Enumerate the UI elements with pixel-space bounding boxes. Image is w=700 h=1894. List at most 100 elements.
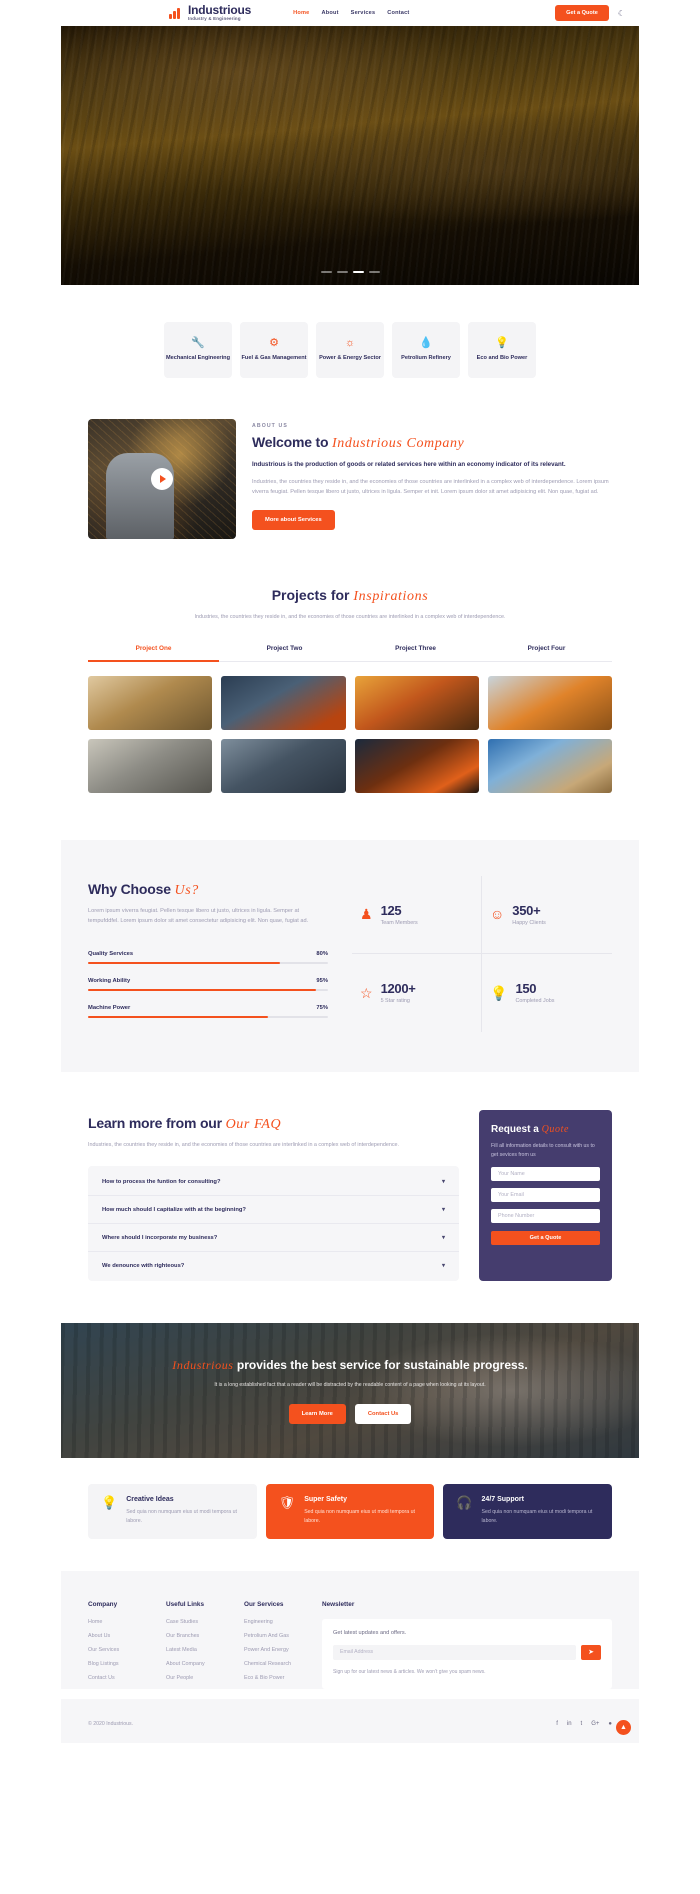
hero-dot-3[interactable] [352,271,364,273]
cta-paragraph: It is a long established fact that a rea… [214,1381,486,1388]
quote-name-input[interactable] [491,1166,600,1181]
tab-project-three[interactable]: Project Three [350,645,481,661]
service-card-power-energy-sector[interactable]: ☼ Power & Energy Sector [316,322,384,378]
tab-project-two[interactable]: Project Two [219,645,350,661]
wrench-icon: 🔧 [191,336,205,349]
footer-link[interactable]: Petrolium And Gas [244,1633,306,1639]
faq-item-2[interactable]: How much should I capitalize with at the… [88,1196,459,1225]
project-thumbnail[interactable] [88,738,213,793]
tab-project-one[interactable]: Project One [88,645,219,662]
footer-link[interactable]: Latest Media [166,1647,228,1653]
bulb-icon: 💡 [490,984,508,1001]
project-thumbnail[interactable] [487,675,612,730]
nav-item-about[interactable]: About [321,10,338,16]
quote-submit-button[interactable]: Get a Quote [491,1230,600,1245]
footer-link[interactable]: Chemical Research [244,1661,306,1667]
footer-link[interactable]: Home [88,1619,150,1625]
hero-slider-dots [61,271,639,273]
nav-item-contact[interactable]: Contact [387,10,409,16]
shield-icon: 🛡 [278,1495,296,1511]
faq-item-1[interactable]: How to process the funtion for consultin… [88,1168,459,1197]
get-a-quote-button[interactable]: Get a Quote [555,5,609,21]
footer-link[interactable]: Our Services [88,1647,150,1653]
brand-logo[interactable]: Industrious Industry & Engineering [169,4,251,21]
footer-link[interactable]: Case Studies [166,1619,228,1625]
project-thumbnail[interactable] [88,675,213,730]
cta-title-plain: provides the best service for sustainabl… [233,1357,528,1372]
footer-link[interactable]: Engineering [244,1619,306,1625]
footer-link[interactable]: Contact Us [88,1675,150,1681]
tab-project-four[interactable]: Project Four [481,645,612,661]
chevron-down-icon: ▾ [441,1179,445,1186]
project-thumbnail[interactable] [487,738,612,793]
play-icon[interactable] [151,468,173,490]
newsletter-email-input[interactable] [333,1644,576,1660]
faq-item-3[interactable]: Where should I incorporate my business? … [88,1224,459,1253]
project-thumbnail[interactable] [221,675,346,730]
faq-section: Learn more from our Our FAQ Industries, … [61,1072,639,1282]
site-header: Industrious Industry & Engineering Home … [61,0,639,26]
service-card-label: Power & Energy Sector [319,354,381,361]
feature-title: 24/7 Support [481,1496,524,1504]
headset-icon: 🎧 [456,1495,473,1511]
send-icon[interactable]: ➤ [581,1644,601,1660]
service-card-fuel-gas-management[interactable]: ⚙ Fuel & Gas Management [240,322,308,378]
moon-icon[interactable]: ☾ [618,9,625,18]
footer-column-title: Useful Links [166,1600,204,1608]
more-about-services-button[interactable]: More about Services [252,510,335,531]
skill-bar-label: Working Ability [88,977,131,984]
twitter-icon[interactable]: t [581,1721,583,1727]
project-thumbnail[interactable] [354,738,479,793]
chevron-down-icon: ▾ [441,1263,445,1270]
skill-bars: Quality Services 80% Working Ability 95%… [88,951,328,1018]
service-card-petrolium-refinery[interactable]: 💧 Petrolium Refinery [392,322,460,378]
skill-bar-label: Machine Power [88,1004,131,1011]
user-icon: ♟ [360,906,373,923]
projects-section: Projects for Inspirations Industries, th… [61,539,639,793]
hero-dot-1[interactable] [320,271,332,273]
footer-link[interactable]: Our Branches [166,1633,228,1639]
footer-link[interactable]: About Us [88,1633,150,1639]
service-card-label: Fuel & Gas Management [241,354,307,361]
stat-5-star-rating: ☆ 1200+ 5 Star rating [352,953,482,1032]
service-card-eco-bio-power[interactable]: 💡 Eco and Bio Power [468,322,536,378]
faq-item-label: Where should I incorporate my business? [102,1234,218,1241]
star-icon: ☆ [360,984,373,1001]
brand-title: Industrious [188,3,252,18]
faq-subtitle: Industries, the countries they reside in… [88,1141,400,1148]
hero-dot-2[interactable] [336,271,348,273]
footer-link[interactable]: About Company [166,1661,228,1667]
footer-link[interactable]: Our People [166,1675,228,1681]
back-to-top-button[interactable]: ▲ [616,1719,631,1735]
stat-label: Team Members [380,919,418,926]
footer-column-company: Company Home About Us Our Services Blog … [88,1601,150,1689]
cta-learn-more-button[interactable]: Learn More [288,1404,346,1425]
brand-tagline: Industry & Engineering [188,16,241,22]
hero-dot-4[interactable] [368,271,380,273]
nav-item-home[interactable]: Home [293,10,309,16]
feature-card-creative-ideas[interactable]: 💡 Creative Ideas Sed quia non numquam ei… [88,1484,257,1539]
footer-link[interactable]: Power And Energy [244,1647,306,1653]
project-thumbnail[interactable] [354,675,479,730]
facebook-icon[interactable]: f [556,1721,558,1727]
faq-title-script: Our FAQ [225,1116,282,1132]
footer-link[interactable]: Blog Listings [88,1661,150,1667]
projects-tabs: Project One Project Two Project Three Pr… [88,645,612,662]
footer-link[interactable]: Eco & Bio Power [244,1675,306,1681]
faq-item-4[interactable]: We denounce with righteous? ▾ [88,1252,459,1279]
linkedin-icon[interactable]: in [567,1721,572,1727]
cta-contact-us-button[interactable]: Contact Us [354,1404,412,1425]
faq-item-label: How to process the funtion for consultin… [102,1178,221,1185]
feature-card-super-safety[interactable]: 🛡 Super Safety Sed quia non numquam eius… [265,1484,435,1539]
service-card-mechanical-engineering[interactable]: 🔧 Mechanical Engineering [164,322,232,378]
hero-slider [61,26,639,285]
quote-phone-input[interactable] [491,1208,600,1223]
google-plus-icon[interactable]: G+ [591,1721,599,1727]
project-thumbnail[interactable] [221,738,346,793]
quote-email-input[interactable] [491,1187,600,1202]
nav-item-services[interactable]: Services [351,10,376,16]
feature-card-247-support[interactable]: 🎧 24/7 Support Sed quia non numquam eius… [443,1484,613,1539]
dribbble-icon[interactable]: ● [608,1721,612,1727]
why-title-script: Us? [174,882,199,898]
projects-title-plain: Projects for [271,587,354,603]
